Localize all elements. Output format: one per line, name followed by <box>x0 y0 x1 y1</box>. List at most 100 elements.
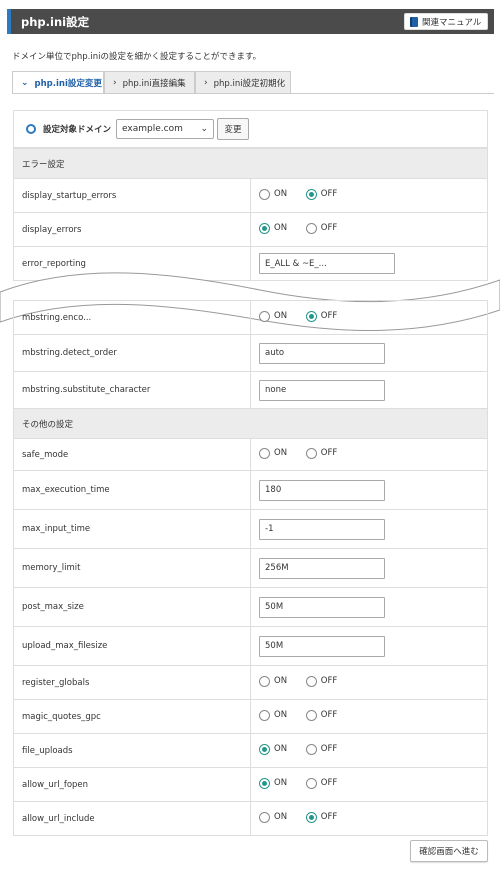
table-row: safe_mode ON OFF <box>13 438 488 471</box>
text-input[interactable]: 50M <box>259 635 385 657</box>
section-other-settings: その他の設定 <box>13 408 488 439</box>
option-label: ON <box>274 223 288 233</box>
option-on[interactable]: ON <box>259 709 288 721</box>
setting-name: allow_url_fopen <box>13 767 251 802</box>
radio-on[interactable] <box>259 811 270 823</box>
option-off[interactable]: OFF <box>305 188 338 200</box>
setting-value: 256M <box>250 548 488 588</box>
setting-name: max_input_time <box>13 509 251 549</box>
setting-value: ON OFF <box>250 801 488 836</box>
option-label: OFF <box>320 189 338 199</box>
text-input[interactable]: auto <box>259 342 385 364</box>
option-off[interactable]: OFF <box>305 811 338 823</box>
setting-value: auto <box>250 334 488 372</box>
table-row: display_errors ON OFF <box>13 212 488 247</box>
setting-name: display_startup_errors <box>13 178 251 213</box>
confirm-button[interactable]: 確認画面へ進む <box>410 840 488 862</box>
page-title: php.ini設定 <box>21 15 90 29</box>
setting-name: mbstring.detect_order <box>13 334 251 372</box>
tab-label: php.ini設定変更 <box>34 78 102 89</box>
radio-off[interactable] <box>305 743 317 755</box>
radio-off[interactable] <box>305 777 317 789</box>
setting-value: ON OFF <box>250 767 488 802</box>
option-label: OFF <box>320 812 338 822</box>
option-on[interactable]: ON <box>259 188 287 200</box>
radio-on[interactable] <box>259 709 270 721</box>
radio-on[interactable] <box>259 222 270 234</box>
setting-name: magic_quotes_gpc <box>13 699 251 734</box>
option-label: OFF <box>320 778 338 788</box>
radio-off[interactable] <box>305 675 317 687</box>
table-row: magic_quotes_gpc ON OFF <box>13 699 488 734</box>
setting-value: ON OFF <box>250 733 488 768</box>
option-off[interactable]: OFF <box>305 675 337 687</box>
option-off[interactable]: OFF <box>305 777 338 789</box>
text-input[interactable]: none <box>259 379 385 401</box>
setting-value: ON OFF <box>250 300 488 335</box>
radio-on[interactable] <box>259 310 270 322</box>
option-label: ON <box>274 812 288 822</box>
option-on[interactable]: ON <box>259 811 288 823</box>
section-error-settings: エラー設定 <box>13 148 488 179</box>
option-label: OFF <box>320 448 338 458</box>
setting-name: max_execution_time <box>13 470 251 510</box>
radio-on[interactable] <box>259 777 270 789</box>
text-input[interactable]: -1 <box>259 518 385 540</box>
option-label: OFF <box>320 223 338 233</box>
option-on[interactable]: ON <box>259 743 287 755</box>
page-description: ドメイン単位でphp.iniの設定を細かく設定することができます。 <box>12 52 262 62</box>
option-off[interactable]: OFF <box>305 222 338 234</box>
radio-off[interactable] <box>305 222 317 234</box>
text-input[interactable]: 256M <box>259 557 385 579</box>
domain-radio[interactable] <box>26 124 36 134</box>
option-label: ON <box>274 778 288 788</box>
option-on[interactable]: ON <box>259 675 287 687</box>
radio-off[interactable] <box>305 447 317 459</box>
setting-name: mbstring.enco... <box>13 300 251 335</box>
setting-value: 50M <box>250 587 488 627</box>
radio-on[interactable] <box>259 675 270 687</box>
option-label: ON <box>274 710 288 720</box>
option-off[interactable]: OFF <box>305 743 338 755</box>
option-off[interactable]: OFF <box>305 709 338 721</box>
option-off[interactable]: OFF <box>305 310 338 322</box>
tab-reset[interactable]: › php.ini設定初期化 <box>195 71 291 94</box>
option-on[interactable]: ON <box>259 222 288 234</box>
radio-on[interactable] <box>259 743 270 755</box>
option-label: ON <box>274 311 288 321</box>
domain-select[interactable]: example.com ⌄ <box>116 119 215 139</box>
radio-off[interactable] <box>305 188 317 200</box>
page-header: php.ini設定 関連マニュアル <box>7 9 494 34</box>
table-row: memory_limit 256M <box>13 548 488 588</box>
option-label: OFF <box>320 311 338 321</box>
setting-name: post_max_size <box>13 587 251 627</box>
radio-on[interactable] <box>259 447 270 459</box>
setting-value: ON OFF <box>250 699 488 734</box>
chevron-down-icon: ⌄ <box>200 124 209 134</box>
radio-off[interactable] <box>305 709 317 721</box>
option-on[interactable]: ON <box>259 447 288 459</box>
option-label: OFF <box>320 710 338 720</box>
tab-direct-edit[interactable]: › php.ini直接編集 <box>104 71 195 94</box>
option-off[interactable]: OFF <box>305 447 338 459</box>
option-on[interactable]: ON <box>259 777 288 789</box>
option-label: ON <box>274 448 288 458</box>
tab-settings-change[interactable]: ⌄ php.ini設定変更 <box>12 71 104 94</box>
setting-value: ON OFF <box>250 665 488 700</box>
setting-name: upload_max_filesize <box>13 626 251 666</box>
radio-off[interactable] <box>305 310 317 322</box>
settings-table-mbstring: mbstring.enco... ON OFF mbstring.detect_… <box>13 300 488 439</box>
table-row: file_uploads ON OFF <box>13 733 488 768</box>
change-button[interactable]: 変更 <box>217 118 250 140</box>
setting-name: mbstring.substitute_character <box>13 371 251 409</box>
option-on[interactable]: ON <box>259 310 288 322</box>
option-label: OFF <box>320 744 338 754</box>
setting-name: register_globals <box>13 665 251 700</box>
text-input[interactable]: 180 <box>259 479 385 501</box>
table-row: post_max_size 50M <box>13 587 488 627</box>
setting-name: memory_limit <box>13 548 251 588</box>
radio-on[interactable] <box>259 188 270 200</box>
related-manual-button[interactable]: 関連マニュアル <box>404 13 488 30</box>
radio-off[interactable] <box>305 811 317 823</box>
text-input[interactable]: 50M <box>259 596 385 618</box>
